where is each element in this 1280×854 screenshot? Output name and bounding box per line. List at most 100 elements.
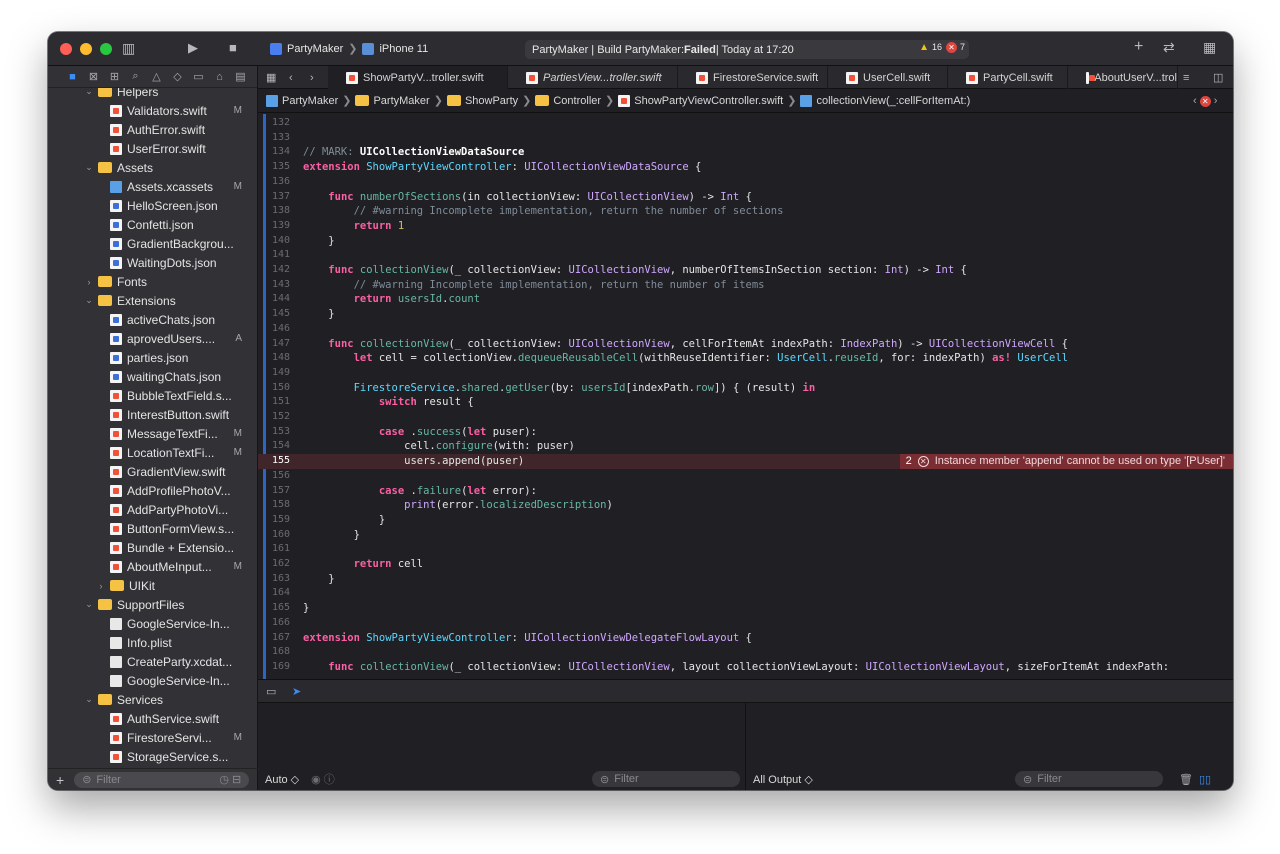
- source-control-icon[interactable]: ⊠: [83, 70, 104, 83]
- file-item[interactable]: HelloScreen.json: [48, 196, 256, 215]
- variables-scope-select[interactable]: Auto ◇: [265, 773, 299, 786]
- code-line[interactable]: 149: [258, 366, 1233, 381]
- code-line[interactable]: 146: [258, 322, 1233, 337]
- split-editor-icon[interactable]: ◫: [1213, 71, 1223, 85]
- variables-filter[interactable]: ⊜ Filter: [592, 771, 740, 787]
- folder-item[interactable]: ⌄ Assets: [48, 158, 256, 177]
- folder-item[interactable]: ⌄ Services: [48, 690, 256, 709]
- zoom-window-button[interactable]: [100, 43, 112, 55]
- file-item[interactable]: Info.plist: [48, 633, 256, 652]
- panel-layout-icon[interactable]: ▯▯: [1199, 773, 1211, 786]
- line-number[interactable]: 139: [258, 219, 290, 234]
- scheme-selector[interactable]: PartyMaker ❯ iPhone 11: [270, 42, 428, 55]
- file-item[interactable]: BubbleTextField.s...: [48, 386, 256, 405]
- editor-tab[interactable]: PartyCell.swift: [948, 66, 1068, 89]
- disclosure-open-icon[interactable]: ⌄: [84, 599, 94, 610]
- navigator-filter[interactable]: ⊜ Filter ◷ ⊟: [74, 771, 250, 788]
- line-number[interactable]: 146: [258, 322, 290, 337]
- file-item[interactable]: AuthService.swift: [48, 709, 256, 728]
- back-icon[interactable]: ‹: [289, 71, 293, 85]
- file-item[interactable]: InterestButton.swift: [48, 405, 256, 424]
- breadcrumb-item[interactable]: ShowParty: [465, 95, 518, 107]
- test-icon[interactable]: ◇: [167, 70, 188, 83]
- code-line[interactable]: 159 }: [258, 513, 1233, 528]
- debug-icon[interactable]: ▭: [188, 70, 209, 83]
- close-window-button[interactable]: [60, 43, 72, 55]
- line-number[interactable]: 168: [258, 645, 290, 660]
- chevron-right-icon[interactable]: ›: [1214, 95, 1218, 107]
- line-number[interactable]: 158: [258, 498, 290, 513]
- line-number[interactable]: 136: [258, 175, 290, 190]
- breakpoint-icon[interactable]: ⌂: [209, 71, 230, 83]
- line-number[interactable]: 157: [258, 484, 290, 499]
- code-line[interactable]: 156: [258, 469, 1233, 484]
- line-number[interactable]: 140: [258, 234, 290, 249]
- stop-icon[interactable]: ■: [229, 41, 237, 55]
- file-item[interactable]: AuthError.swift: [48, 120, 256, 139]
- code-line[interactable]: 168: [258, 645, 1233, 660]
- symbol-icon[interactable]: ⊞: [104, 70, 125, 83]
- recent-icon[interactable]: ◷ ⊟: [219, 773, 241, 786]
- file-item[interactable]: GoogleService-In...: [48, 671, 256, 690]
- breakpoints-toggle-icon[interactable]: ➤: [292, 685, 301, 699]
- code-line[interactable]: 133: [258, 131, 1233, 146]
- code-line[interactable]: 164: [258, 586, 1233, 601]
- code-line[interactable]: 142 func collectionView(_ collectionView…: [258, 263, 1233, 278]
- code-line[interactable]: 144 return usersId.count: [258, 292, 1233, 307]
- trash-icon[interactable]: 🗑: [1179, 773, 1193, 786]
- editor-tab[interactable]: FirestoreService.swift: [678, 66, 828, 89]
- code-line[interactable]: 136: [258, 175, 1233, 190]
- file-item[interactable]: StorageService.s...: [48, 747, 256, 766]
- run-icon[interactable]: ▶: [188, 41, 198, 55]
- code-line[interactable]: 137 func numberOfSections(in collectionV…: [258, 190, 1233, 205]
- line-number[interactable]: 161: [258, 542, 290, 557]
- breadcrumb-item[interactable]: PartyMaker: [373, 95, 429, 107]
- console-filter[interactable]: ⊜ Filter: [1015, 771, 1163, 787]
- inspector-toggle-icon[interactable]: ▦: [1203, 40, 1216, 54]
- code-line[interactable]: 160 }: [258, 528, 1233, 543]
- grid-icon[interactable]: ▦: [266, 71, 276, 85]
- disclosure-open-icon[interactable]: ⌄: [84, 694, 94, 705]
- code-line[interactable]: 166: [258, 616, 1233, 631]
- forward-icon[interactable]: ›: [310, 71, 314, 85]
- line-number[interactable]: 151: [258, 395, 290, 410]
- editor-tab[interactable]: PartiesView...troller.swift: [508, 66, 678, 89]
- add-file-icon[interactable]: +: [56, 772, 64, 788]
- file-item[interactable]: CreateParty.xcdat...: [48, 652, 256, 671]
- editor-tab[interactable]: ShowPartyV...troller.swift: [328, 66, 508, 89]
- file-item[interactable]: LocationTextFi... M: [48, 443, 256, 462]
- minimize-window-button[interactable]: [80, 43, 92, 55]
- line-number[interactable]: 133: [258, 131, 290, 146]
- line-number[interactable]: 155: [258, 454, 290, 469]
- code-line[interactable]: 138 // #warning Incomplete implementatio…: [258, 204, 1233, 219]
- code-line[interactable]: 161: [258, 542, 1233, 557]
- disclosure-open-icon[interactable]: ⌄: [84, 295, 94, 306]
- chevron-left-icon[interactable]: ‹: [1193, 95, 1197, 107]
- code-line[interactable]: 154 cell.configure(with: puser): [258, 439, 1233, 454]
- editor-tab[interactable]: AboutUserV...trol: [1068, 66, 1178, 89]
- line-number[interactable]: 141: [258, 248, 290, 263]
- line-number[interactable]: 148: [258, 351, 290, 366]
- line-number[interactable]: 165: [258, 601, 290, 616]
- breadcrumb-item[interactable]: ShowPartyViewController.swift: [634, 95, 783, 107]
- add-icon[interactable]: +: [1134, 39, 1143, 55]
- file-item[interactable]: aprovedUsers.... A: [48, 329, 256, 348]
- eye-icon[interactable]: ◉ ⓘ: [311, 771, 335, 787]
- file-item[interactable]: AboutMeInput... M: [48, 557, 256, 576]
- line-number[interactable]: 137: [258, 190, 290, 205]
- file-item[interactable]: AddProfilePhotoV...: [48, 481, 256, 500]
- line-number[interactable]: 160: [258, 528, 290, 543]
- line-number[interactable]: 134: [258, 145, 290, 160]
- breadcrumb-item[interactable]: Controller: [553, 95, 601, 107]
- line-number[interactable]: 159: [258, 513, 290, 528]
- file-item[interactable]: WaitingDots.json: [48, 253, 256, 272]
- sidebar-toggle-icon[interactable]: ▥: [122, 41, 135, 55]
- file-item[interactable]: Validators.swift M: [48, 101, 256, 120]
- breadcrumb-item[interactable]: PartyMaker: [282, 95, 338, 107]
- line-number[interactable]: 163: [258, 572, 290, 587]
- folder-item[interactable]: ⌄ SupportFiles: [48, 595, 256, 614]
- breadcrumb-item[interactable]: collectionView(_:cellForItemAt:): [816, 95, 970, 107]
- file-item[interactable]: activeChats.json: [48, 310, 256, 329]
- code-line[interactable]: 152: [258, 410, 1233, 425]
- disclosure-closed-icon[interactable]: ›: [96, 581, 106, 591]
